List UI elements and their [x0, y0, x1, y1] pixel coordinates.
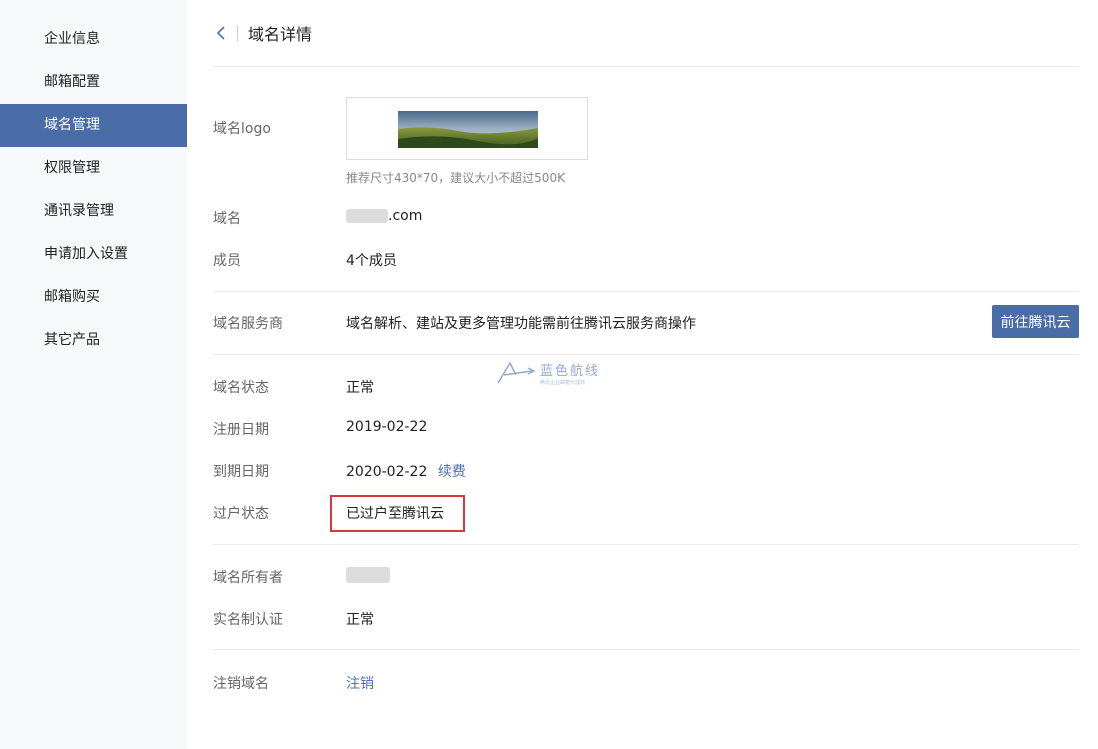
watermark: 蓝色航线 腾讯企业邮箱代理商	[496, 360, 600, 386]
redacted-owner-name	[346, 567, 390, 583]
transfer-status-label: 过户状态	[213, 506, 269, 522]
sidebar-item-other-products[interactable]: 其它产品	[0, 319, 187, 362]
divider	[213, 354, 1079, 355]
go-to-tencent-cloud-button[interactable]: 前往腾讯云	[992, 305, 1079, 338]
expire-date-value: 2020-02-22	[346, 464, 428, 480]
page-title: 域名详情	[248, 25, 313, 44]
renew-link[interactable]: 续费	[438, 464, 466, 480]
members-label: 成员	[213, 253, 241, 269]
divider	[213, 649, 1079, 650]
sidebar-item-join-settings[interactable]: 申请加入设置	[0, 233, 187, 276]
page-header: 域名详情	[213, 22, 312, 44]
domain-owner-value	[346, 567, 390, 583]
sidebar-item-permission-management[interactable]: 权限管理	[0, 147, 187, 190]
sidebar-item-company-info[interactable]: 企业信息	[0, 18, 187, 61]
expire-date-label: 到期日期	[213, 464, 269, 480]
highlight-box	[330, 495, 465, 532]
register-date-value: 2019-02-22	[346, 419, 428, 435]
chevron-left-icon[interactable]	[213, 24, 231, 42]
logo-upload-box[interactable]	[346, 97, 588, 160]
watermark-logo-icon	[497, 361, 536, 384]
domain-status-value: 正常	[346, 380, 374, 396]
domain-status-label: 域名状态	[213, 380, 269, 396]
divider	[213, 544, 1079, 545]
logo-size-hint: 推荐尺寸430*70，建议大小不超过500K	[346, 171, 565, 185]
header-separator	[237, 25, 238, 41]
redacted-domain-name	[346, 209, 388, 223]
sidebar-item-mailbox-purchase[interactable]: 邮箱购买	[0, 276, 187, 319]
domain-owner-label: 域名所有者	[213, 570, 283, 586]
cancel-domain-link[interactable]: 注销	[346, 673, 374, 693]
sidebar-item-contacts-management[interactable]: 通讯录管理	[0, 190, 187, 233]
real-name-label: 实名制认证	[213, 612, 283, 628]
sidebar: 企业信息 邮箱配置 域名管理 权限管理 通讯录管理 申请加入设置 邮箱购买 其它…	[0, 0, 187, 749]
watermark-subtext: 腾讯企业邮箱代理商	[540, 380, 586, 386]
sidebar-item-mailbox-config[interactable]: 邮箱配置	[0, 61, 187, 104]
provider-label: 域名服务商	[213, 316, 283, 332]
main-content: 域名详情 域名logo 推荐尺寸430*70，建议大小不超过500K 域名 .c…	[213, 0, 1079, 749]
real-name-value: 正常	[346, 612, 374, 628]
register-date-label: 注册日期	[213, 422, 269, 438]
provider-value: 域名解析、建站及更多管理功能需前往腾讯云服务商操作	[346, 316, 696, 332]
logo-label: 域名logo	[213, 121, 271, 137]
expire-date-row: 2020-02-22 续费	[346, 461, 466, 481]
domain-value: .com	[346, 208, 422, 224]
divider	[213, 291, 1079, 292]
watermark-text: 蓝色航线	[540, 364, 601, 379]
domain-suffix: .com	[388, 208, 423, 224]
domain-label: 域名	[213, 211, 241, 227]
divider	[213, 66, 1079, 67]
cancel-domain-label: 注销域名	[213, 676, 269, 692]
members-value: 4个成员	[346, 253, 397, 269]
logo-image	[398, 111, 538, 148]
sidebar-item-domain-management[interactable]: 域名管理	[0, 104, 187, 147]
